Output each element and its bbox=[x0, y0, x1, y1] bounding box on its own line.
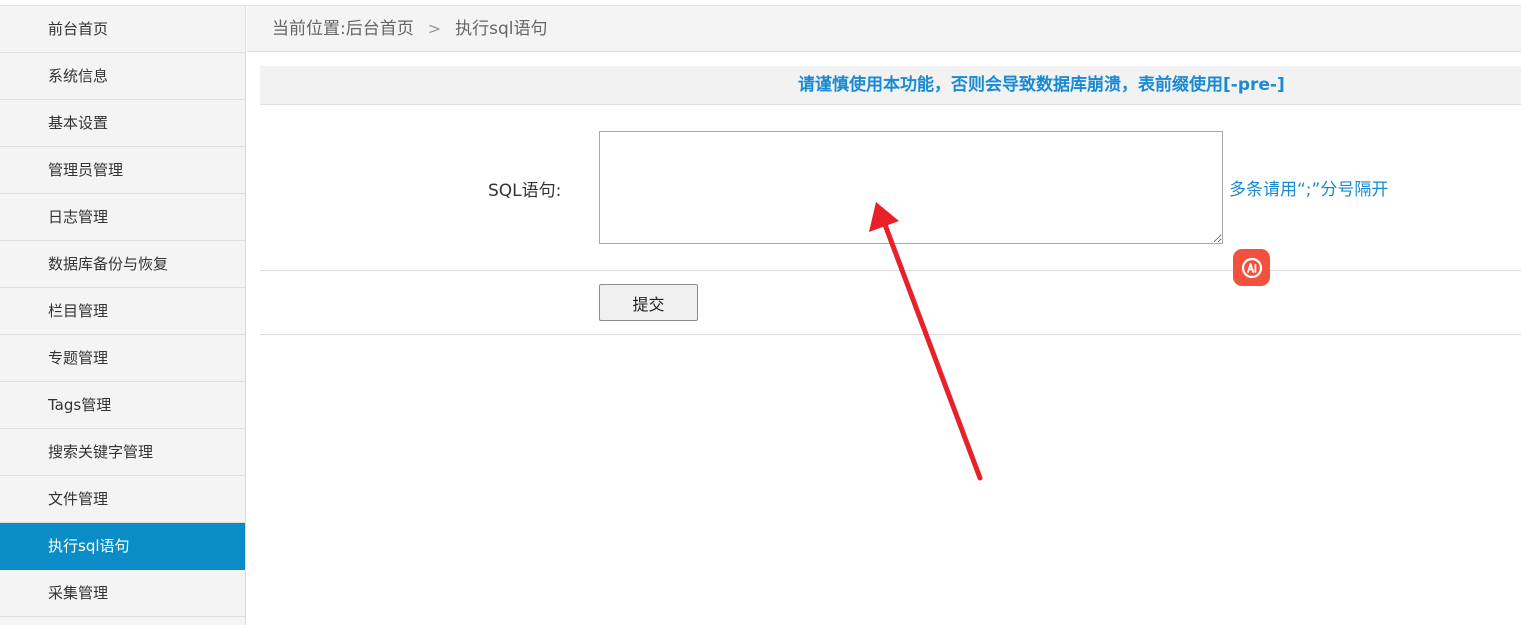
breadcrumb: 当前位置:后台首页 > 执行sql语句 bbox=[247, 6, 1521, 52]
sql-hint-text: 多条请用“;”分号隔开 bbox=[1229, 180, 1389, 200]
sql-textarea[interactable] bbox=[599, 131, 1223, 244]
submit-row: 提交 bbox=[260, 271, 1521, 335]
sidebar-item-system-info[interactable]: 系统信息 bbox=[0, 53, 245, 100]
sidebar-item-execute-sql[interactable]: 执行sql语句 bbox=[0, 523, 245, 570]
sidebar-item-topic-management[interactable]: 专题管理 bbox=[0, 335, 245, 382]
breadcrumb-prefix: 当前位置: bbox=[272, 19, 346, 39]
sidebar-item-collect-management[interactable]: 采集管理 bbox=[0, 570, 245, 617]
warning-notice-row: 请谨慎使用本功能，否则会导致数据库崩溃，表前缀使用[-pre-] bbox=[260, 66, 1521, 105]
sidebar-item-search-keyword-management[interactable]: 搜索关键字管理 bbox=[0, 429, 245, 476]
warning-notice-text: 请谨慎使用本功能，否则会导致数据库崩溃，表前缀使用[-pre-] bbox=[798, 75, 1285, 95]
sidebar-item-database-backup[interactable]: 数据库备份与恢复 bbox=[0, 241, 245, 288]
submit-button[interactable]: 提交 bbox=[599, 284, 698, 321]
sidebar-item-file-management[interactable]: 文件管理 bbox=[0, 476, 245, 523]
breadcrumb-separator-icon: > bbox=[427, 19, 442, 38]
breadcrumb-home-link[interactable]: 后台首页 bbox=[346, 19, 414, 39]
sql-input-row: SQL语句: 多条请用“;”分号隔开 bbox=[260, 106, 1521, 271]
sidebar-item-admin-management[interactable]: 管理员管理 bbox=[0, 147, 245, 194]
sql-field-label: SQL语句: bbox=[488, 181, 562, 201]
sidebar-item-tags-management[interactable]: Tags管理 bbox=[0, 382, 245, 429]
sidebar-item-column-management[interactable]: 栏目管理 bbox=[0, 288, 245, 335]
sidebar-item-frontend-home[interactable]: 前台首页 bbox=[0, 6, 245, 53]
sidebar-item-basic-settings[interactable]: 基本设置 bbox=[0, 100, 245, 147]
breadcrumb-current: 执行sql语句 bbox=[455, 19, 548, 39]
sidebar-item-log-management[interactable]: 日志管理 bbox=[0, 194, 245, 241]
sidebar-nav: 前台首页 系统信息 基本设置 管理员管理 日志管理 数据库备份与恢复 栏目管理 … bbox=[0, 6, 246, 625]
